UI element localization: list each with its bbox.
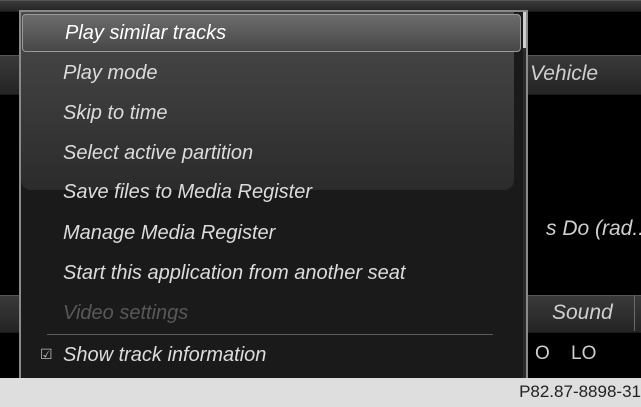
menu-item-label: Start this application from another seat xyxy=(63,262,406,284)
menu-item-label: Play mode xyxy=(63,62,158,84)
menu-item-play-similar-tracks[interactable]: Play similar tracks xyxy=(22,14,521,52)
level-right-value: LO xyxy=(571,343,597,364)
menu-item-select-active-partition[interactable]: Select active partition xyxy=(21,133,522,173)
figure-code: P82.87-8898-31 xyxy=(519,382,641,401)
menu-item-show-track-information[interactable]: ☑ Show track information xyxy=(21,335,522,375)
menu-item-label: Show track information xyxy=(63,344,267,366)
menu-scrollbar[interactable] xyxy=(523,12,526,378)
menu-item-label: Manage Media Register xyxy=(63,222,276,244)
menu-item-start-from-another-seat[interactable]: Start this application from another seat xyxy=(21,253,522,293)
menu-item-skip-to-time[interactable]: Skip to time xyxy=(21,93,522,133)
menu-item-save-files[interactable]: Save files to Media Register xyxy=(21,172,522,212)
menu-item-label: Save files to Media Register xyxy=(63,181,313,203)
menu-item-label: Skip to time xyxy=(63,102,168,124)
sound-menu-label[interactable]: Sound xyxy=(552,301,613,325)
vehicle-menu-label[interactable]: Vehicle xyxy=(530,62,598,86)
menu-item-manage-media-register[interactable]: Manage Media Register xyxy=(21,213,522,253)
menu-item-label: Play similar tracks xyxy=(65,22,227,44)
menu-item-play-mode[interactable]: Play mode xyxy=(21,53,522,93)
station-name: s Do (rad... xyxy=(546,217,641,240)
figure-caption-strip: P82.87-8898-31 xyxy=(0,378,641,407)
scrollbar-thumb[interactable] xyxy=(523,12,526,48)
menu-item-label: Select active partition xyxy=(63,142,254,164)
level-left-value: O xyxy=(535,343,550,364)
options-menu: Play similar tracks Play mode Skip to ti… xyxy=(19,10,528,378)
head-unit-screen: Vehicle s Do (rad... Sound O LO Play sim… xyxy=(0,0,641,378)
checkbox-icon[interactable]: ☑ xyxy=(40,347,53,361)
menu-item-label: Video settings xyxy=(63,302,189,324)
menu-item-video-settings: Video settings xyxy=(21,293,522,333)
bg-divider xyxy=(634,295,635,331)
